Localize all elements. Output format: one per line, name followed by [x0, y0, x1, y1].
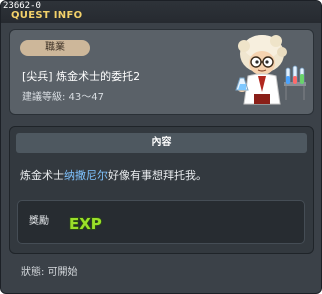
recommended-level: 建議等級: 43～47 — [22, 92, 104, 103]
window-title: QUEST INFO — [11, 10, 83, 21]
quest-detail-card: 內容 炼金术士纳撒尼尔好像有事想拜托我。 獎勵 EXP — [9, 126, 314, 254]
title-bar[interactable]: 23662-0 QUEST INFO — [1, 1, 321, 23]
quest-name: [尖兵] 炼金术士的委托2 — [22, 70, 141, 83]
quest-status: 狀態: 可開始 — [21, 267, 78, 278]
reward-label: 獎勵 — [29, 216, 49, 227]
description-text-start: 炼金术士 — [20, 169, 64, 182]
job-badge: 職業 — [20, 40, 90, 56]
quest-summary-card: 職業 [尖兵] 炼金术士的委托2 建議等級: 43～47 — [9, 29, 314, 115]
quest-description: 炼金术士纳撒尼尔好像有事想拜托我。 — [20, 169, 207, 183]
exp-icon[interactable]: EXP — [68, 211, 108, 235]
npc-name-link[interactable]: 纳撒尼尔 — [64, 169, 108, 182]
content-header: 內容 — [16, 133, 307, 153]
alchemist-npc-portrait — [235, 35, 306, 105]
exp-icon-text: EXP — [69, 215, 102, 233]
description-text-end: 好像有事想拜托我。 — [108, 169, 207, 182]
reward-box: 獎勵 EXP — [17, 200, 305, 244]
quest-info-window: 23662-0 QUEST INFO 職業 [尖兵] 炼金术士的委托2 建議等級… — [0, 0, 322, 294]
